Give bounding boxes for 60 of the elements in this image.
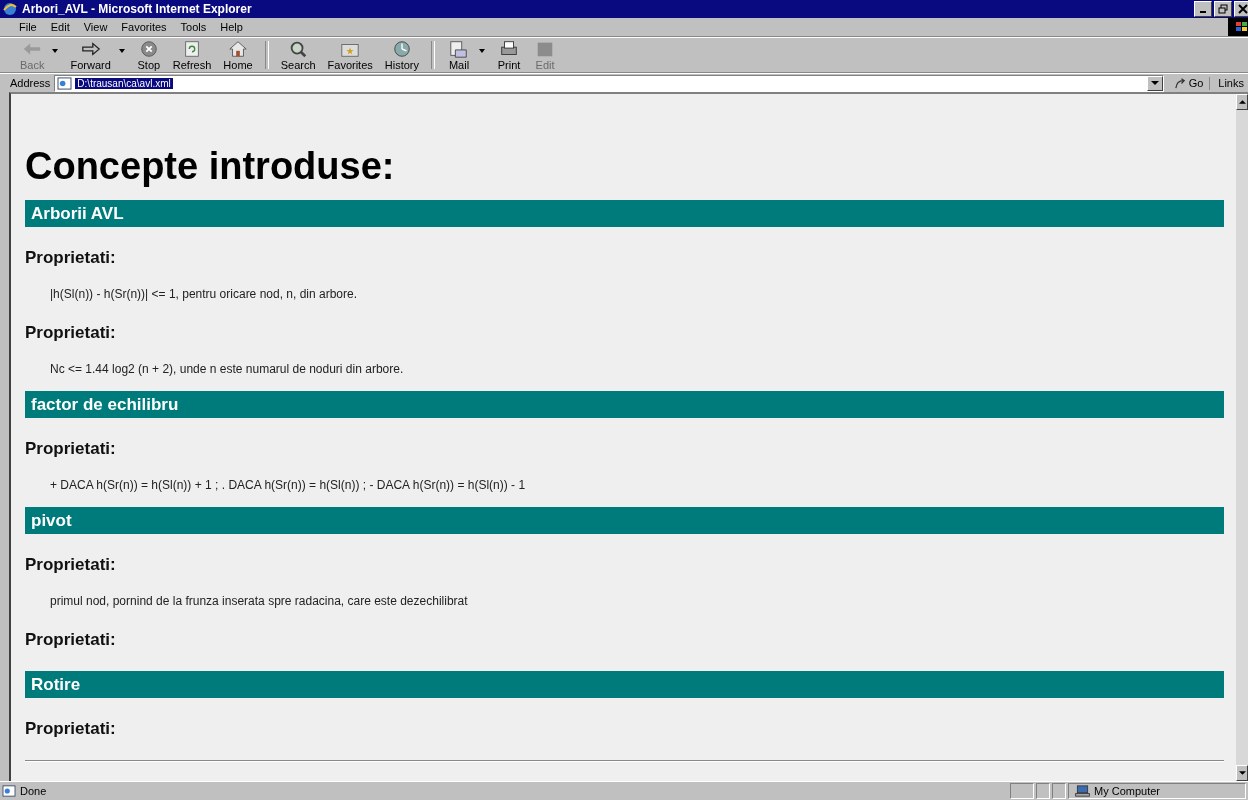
- property-label: Proprietati:: [25, 322, 117, 344]
- page-icon: [2, 785, 16, 797]
- status-panel: [1036, 783, 1050, 799]
- property-text: primul nod, pornind de la frunza inserata spre radacina, care este dezechilibrat: [49, 593, 469, 609]
- minimize-button[interactable]: [1194, 1, 1212, 17]
- menu-item[interactable]: File: [12, 21, 44, 33]
- property-text: Nc <= 1.44 log2 (n + 2), unde n este numarul de noduri din arbore.: [49, 361, 405, 377]
- toolbar-button[interactable]: Home: [217, 39, 259, 71]
- toolbar-button[interactable]: Forward: [64, 39, 131, 71]
- window-title: Arbori_AVL - Microsoft Internet Explorer: [22, 2, 253, 16]
- property-label: Proprietati:: [25, 718, 117, 740]
- links-button[interactable]: Links: [1214, 77, 1244, 89]
- home-icon: [226, 39, 250, 59]
- security-zone: My Computer: [1068, 783, 1246, 799]
- toolbar-button[interactable]: History: [378, 39, 426, 71]
- property-label: Proprietati:: [25, 247, 117, 269]
- concept-header: pivot: [25, 507, 1224, 534]
- address-label: Address: [10, 77, 51, 89]
- scrollbar[interactable]: [1236, 94, 1248, 781]
- toolbar-button[interactable]: Print: [491, 39, 528, 71]
- concept-header: factor de echilibru: [25, 391, 1224, 418]
- go-arrow-icon: [1173, 76, 1187, 90]
- status-panel: [1010, 783, 1034, 799]
- dropdown-arrow-icon[interactable]: [118, 49, 125, 53]
- browser-logo-icon: [2, 1, 18, 17]
- concept-header: Rotire: [25, 671, 1224, 698]
- page-heading: Concepte introduse:: [25, 144, 396, 188]
- scroll-down-icon: [1238, 771, 1246, 775]
- concept-header: Arborii AVL: [25, 200, 1224, 227]
- toolbar-button[interactable]: Refresh: [166, 39, 218, 71]
- toolbar-button[interactable]: Stop: [130, 39, 167, 71]
- caret-icon: [1150, 81, 1159, 85]
- property-label: Proprietati:: [25, 438, 117, 460]
- page-icon: [57, 76, 73, 90]
- property-text: |h(Sl(n)) - h(Sr(n))| <= 1, pentru oricare nod, n, din arbore.: [49, 286, 359, 302]
- computer-icon: [1075, 785, 1090, 797]
- scroll-up-icon: [1238, 100, 1246, 104]
- restore-button[interactable]: [1214, 1, 1232, 17]
- toolbar-button[interactable]: Search: [274, 39, 322, 71]
- dropdown-arrow-icon[interactable]: [479, 49, 486, 53]
- status-panel: [1052, 783, 1066, 799]
- property-label: Proprietati:: [25, 629, 117, 651]
- menu-item[interactable]: Favorites: [114, 21, 174, 33]
- restore-icon: [1218, 4, 1228, 14]
- minimize-icon: [1200, 11, 1206, 13]
- dropdown-button[interactable]: [1146, 75, 1163, 91]
- menu-item[interactable]: Help: [213, 21, 250, 33]
- menu-item[interactable]: Edit: [43, 21, 77, 33]
- property-label: Proprietati:: [25, 554, 117, 576]
- toolbar-button[interactable]: Favorites: [321, 39, 379, 71]
- menu-item[interactable]: View: [76, 21, 115, 33]
- go-button[interactable]: Go: [1167, 76, 1211, 90]
- close-button[interactable]: [1234, 1, 1248, 17]
- windows-logo-icon: [1228, 18, 1248, 36]
- toolbar-button[interactable]: Mail: [441, 39, 492, 71]
- address-field[interactable]: D:\trausan\ca\avl.xml: [54, 74, 1164, 92]
- close-icon: [1238, 4, 1248, 14]
- status-text: Done: [0, 785, 1008, 797]
- property-text: + DACA h(Sr(n)) = h(Sl(n)) + 1 ; . DACA h(Sr(n)) = h(Sl(n)) ; - DACA h(Sr(n)) = h(Sl(n)) - 1: [49, 477, 527, 493]
- menu-item[interactable]: Tools: [173, 21, 214, 33]
